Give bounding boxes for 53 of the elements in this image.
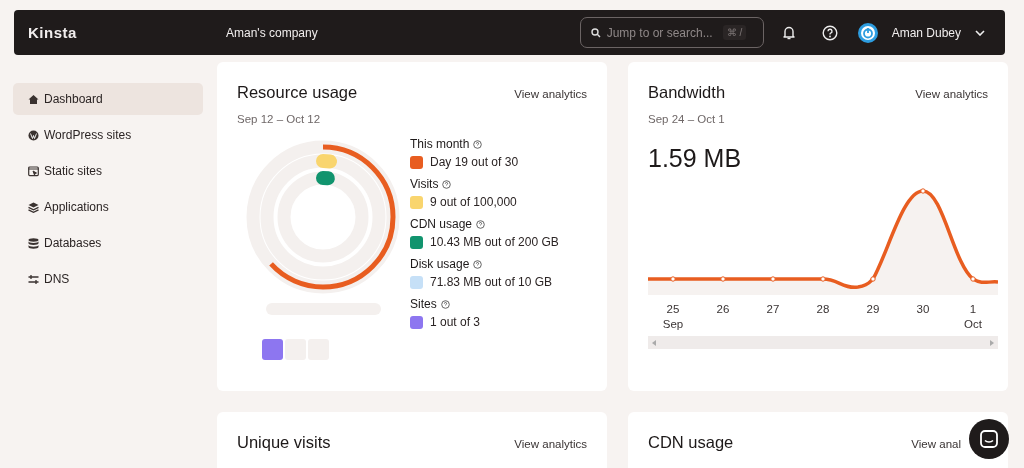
view-analytics-link[interactable]: View analytics xyxy=(514,438,587,450)
metric-value: Day 19 out of 30 xyxy=(430,155,519,169)
axis-label: 27 xyxy=(766,303,780,315)
bell-icon[interactable] xyxy=(781,25,796,40)
metric-label: Disk usage xyxy=(410,257,470,271)
sidebar-item[interactable]: Applications xyxy=(13,191,203,223)
card-title: Unique visits xyxy=(237,433,331,452)
axis-label: 1 xyxy=(969,303,977,315)
view-analytics-link[interactable]: View analytics xyxy=(915,88,988,100)
axis-label: 26 xyxy=(716,303,730,315)
layers-icon xyxy=(28,201,39,213)
view-analytics-link[interactable]: View anal xyxy=(911,438,961,450)
axis-label: 30 xyxy=(916,303,930,315)
w-logo-icon xyxy=(28,129,39,141)
company-name[interactable]: Aman's company xyxy=(226,25,580,40)
shortcut-hint: ⌘ / xyxy=(722,25,747,40)
axis-label: 28 xyxy=(816,303,830,315)
axis-label: Oct xyxy=(964,318,982,330)
axis-label: Sep xyxy=(662,318,684,330)
user-name[interactable]: Aman Dubey xyxy=(891,25,961,40)
sidebar-item[interactable]: Databases xyxy=(13,227,203,259)
search-field[interactable]: Jump to or search... ⌘ / xyxy=(579,17,764,48)
sidebar-item[interactable]: Dashboard xyxy=(13,83,203,115)
metric-label: This month xyxy=(410,137,470,151)
sliders-icon xyxy=(28,273,39,285)
search-input[interactable]: Jump to or search... xyxy=(606,25,717,40)
date-range: Sep 12 – Oct 12 xyxy=(237,113,322,125)
axis-label: 25 xyxy=(666,303,680,315)
view-analytics-link[interactable]: View analytics xyxy=(514,88,587,100)
browser-window-icon xyxy=(28,165,39,177)
metric-value: 1 out of 3 xyxy=(430,315,481,329)
chat-icon xyxy=(980,430,998,448)
logo[interactable]: Kinsta xyxy=(28,24,226,41)
metric-label: Visits xyxy=(410,177,439,191)
date-range: Sep 24 – Oct 1 xyxy=(648,113,726,125)
house-icon xyxy=(28,93,39,105)
avatar-icon[interactable] xyxy=(857,22,878,43)
metric-value: 10.43 MB out of 200 GB xyxy=(430,235,559,249)
card-title: CDN usage xyxy=(648,433,734,452)
chevron-down-icon[interactable] xyxy=(975,29,985,36)
metric-label: Sites xyxy=(410,297,437,311)
sidebar-item[interactable]: Static sites xyxy=(13,155,203,187)
card-title: Resource usage xyxy=(237,83,358,102)
card-title: Bandwidth xyxy=(648,83,726,102)
sidebar-item[interactable]: WordPress sites xyxy=(13,119,203,151)
axis-label: 29 xyxy=(866,303,880,315)
search-icon xyxy=(590,27,601,38)
metric-label: CDN usage xyxy=(410,217,473,231)
metric-value: 71.83 MB out of 10 GB xyxy=(430,275,553,289)
metric-value: 9 out of 100,000 xyxy=(430,195,517,209)
bandwidth-total: 1.59 MB xyxy=(648,144,743,173)
sidebar-item[interactable]: DNS xyxy=(13,263,203,295)
database-icon xyxy=(28,237,39,249)
